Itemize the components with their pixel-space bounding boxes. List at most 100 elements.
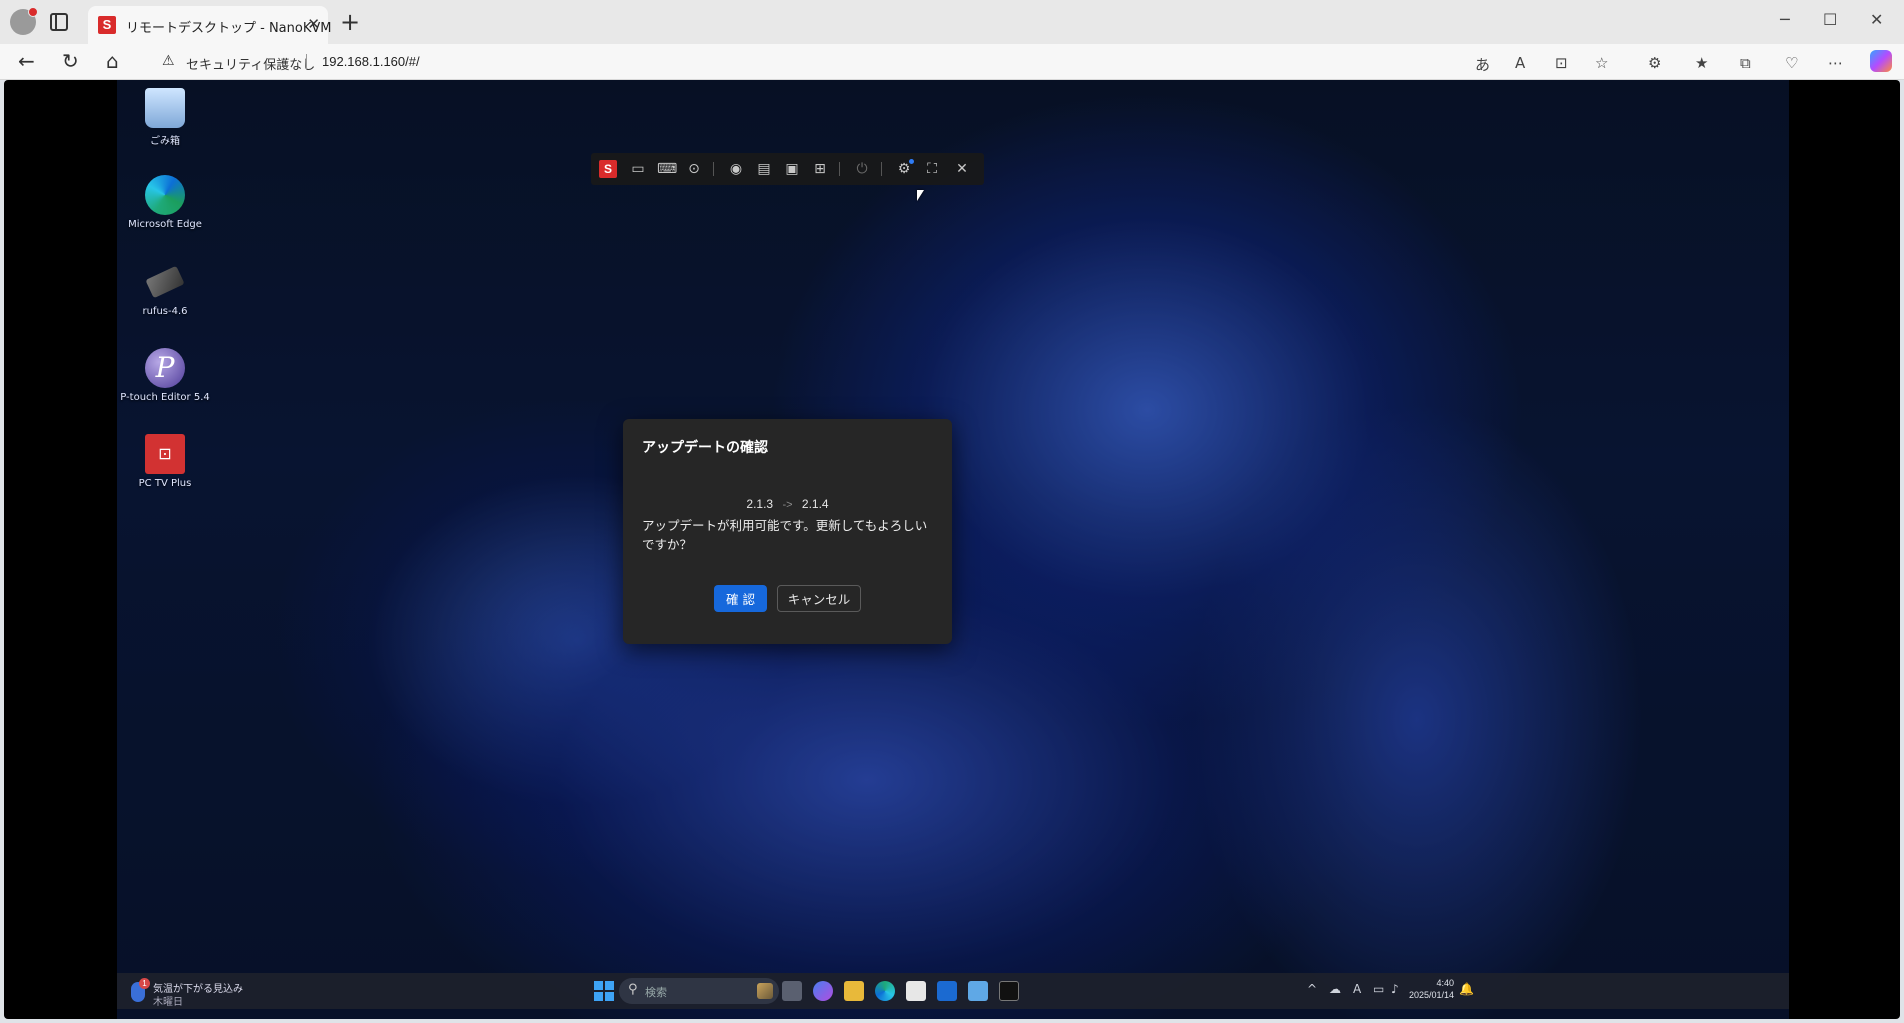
clock-date: 2025/01/14	[1408, 990, 1454, 1000]
desktop-icon-label: ごみ箱	[150, 136, 180, 147]
task-view-icon[interactable]	[782, 981, 802, 1001]
tray-overflow-icon[interactable]: ^	[1307, 982, 1317, 996]
windows-taskbar: 1 気温が下がる見込み 木曜日 ⚲ 検索 ^ ☁ A ▭ ♪ 4:40 2025…	[117, 973, 1789, 1009]
tab-actions-icon[interactable]	[50, 13, 68, 31]
desktop-icon-ptouch[interactable]: P P-touch Editor 5.4	[117, 348, 213, 403]
search-placeholder: 検索	[645, 986, 667, 999]
warning-icon[interactable]: ⚠	[162, 53, 175, 69]
script-icon[interactable]: ▤	[755, 160, 773, 178]
url-text[interactable]: 192.168.1.160/#/	[322, 54, 420, 69]
more-menu-icon[interactable]: ⋯	[1828, 54, 1843, 72]
terminal-icon[interactable]: ▣	[783, 160, 801, 178]
minimize-icon[interactable]: ─	[1780, 10, 1790, 29]
read-aloud-icon[interactable]: A	[1515, 54, 1525, 72]
desktop-icon-label: P-touch Editor 5.4	[120, 392, 210, 403]
current-version: 2.1.3	[746, 497, 774, 511]
close-icon[interactable]: ✕	[953, 160, 971, 178]
collections-icon[interactable]: ⧉	[1740, 54, 1751, 72]
profile-avatar[interactable]	[10, 7, 38, 35]
terminal-app-icon[interactable]	[999, 981, 1019, 1001]
copilot-icon[interactable]	[1870, 50, 1892, 72]
start-button[interactable]	[594, 981, 614, 1001]
omnibox-divider	[306, 54, 307, 70]
outlook-icon[interactable]	[937, 981, 957, 1001]
remote-viewport[interactable]: ごみ箱 Microsoft Edge rufus-4.6 P P-touch E…	[4, 80, 1900, 1019]
favorite-star-icon[interactable]: ☆	[1595, 54, 1608, 72]
security-label[interactable]: セキュリティ保護なし	[186, 54, 315, 73]
toolbar-divider	[881, 162, 882, 176]
notification-bell-icon[interactable]: 🔔	[1459, 982, 1474, 996]
refresh-icon[interactable]: ↻	[62, 49, 79, 73]
search-highlight-icon	[757, 983, 773, 999]
kvm-toolbar: S ▭ ⌨ ⊙ ◉ ▤ ▣ ⊞ ⏻ ⚙ ⛶ ✕	[591, 153, 984, 185]
copilot-app-icon[interactable]	[813, 981, 833, 1001]
tab-bar: S リモートデスクトップ - NanoKVM ✕ + ─ ☐ ✕	[0, 0, 1904, 44]
cancel-button[interactable]: キャンセル	[777, 585, 861, 612]
window-close-icon[interactable]: ✕	[1870, 10, 1883, 29]
new-tab-button[interactable]: +	[340, 8, 360, 36]
omnibox[interactable]: ⚠ セキュリティ保護なし 192.168.1.160/#/	[148, 47, 1453, 77]
network-tray-icon[interactable]: ▭	[1373, 982, 1384, 996]
mouse-cursor-icon	[917, 190, 924, 201]
back-icon[interactable]: ←	[18, 49, 35, 73]
ime-indicator[interactable]: A	[1353, 982, 1361, 996]
desktop-icon-rufus[interactable]: rufus-4.6	[117, 262, 213, 317]
remote-desktop[interactable]: ごみ箱 Microsoft Edge rufus-4.6 P P-touch E…	[117, 80, 1789, 1019]
desktop-icon-label: PC TV Plus	[138, 478, 192, 489]
version-arrow: ->	[782, 499, 793, 511]
keyboard-icon[interactable]: ⌨	[657, 160, 677, 178]
update-confirm-dialog: アップデートの確認 2.1.3 -> 2.1.4 アップデートが利用可能です。更…	[623, 419, 952, 644]
new-version: 2.1.4	[801, 497, 829, 511]
desktop-icon-label: Microsoft Edge	[128, 219, 202, 230]
settings-icon[interactable]: ⚙	[895, 159, 914, 178]
toolbar-divider	[839, 162, 840, 176]
weather-widget[interactable]: 1 気温が下がる見込み 木曜日	[131, 978, 251, 1008]
app-available-icon[interactable]: ⊡	[1555, 54, 1568, 72]
maximize-icon[interactable]: ☐	[1823, 10, 1837, 29]
address-bar: ← ↻ ⌂ ⚠ セキュリティ保護なし 192.168.1.160/#/ あ A …	[0, 44, 1904, 80]
dialog-title: アップデートの確認	[642, 440, 768, 456]
taskbar-clock[interactable]: 4:40 2025/01/14	[1408, 977, 1454, 1001]
disk-icon[interactable]: ◉	[727, 160, 745, 178]
store-icon[interactable]	[906, 981, 926, 1001]
nanokvm-logo-icon[interactable]: S	[599, 160, 617, 178]
clock-time: 4:40	[1436, 978, 1454, 988]
browser-tab[interactable]: S リモートデスクトップ - NanoKVM ✕	[88, 6, 332, 44]
power-icon[interactable]: ⏻	[853, 160, 871, 178]
usb-icon	[145, 265, 185, 299]
ptouch-icon: P	[145, 348, 185, 388]
onedrive-icon[interactable]: ☁	[1329, 982, 1341, 996]
home-icon[interactable]: ⌂	[106, 49, 119, 73]
tab-title: リモートデスクトップ - NanoKVM	[126, 21, 332, 36]
screen-icon[interactable]: ▭	[629, 160, 647, 178]
edge-icon	[145, 175, 185, 215]
favorites-icon[interactable]: ★	[1695, 54, 1708, 72]
desktop-icon-edge[interactable]: Microsoft Edge	[117, 175, 213, 230]
dialog-message: アップデートが利用可能です。更新してもよろしいですか？	[642, 518, 928, 552]
desktop-icon-recycle-bin[interactable]: ごみ箱	[117, 88, 213, 147]
desktop-icon-label: rufus-4.6	[142, 306, 188, 317]
taskbar-search[interactable]: ⚲ 検索	[619, 978, 779, 1004]
recycle-bin-icon	[145, 88, 185, 128]
update-dot	[909, 159, 914, 164]
rdp-icon[interactable]	[968, 981, 988, 1001]
version-line: 2.1.3 -> 2.1.4	[623, 497, 952, 511]
desktop-icon-pctv[interactable]: ⊡ PC TV Plus	[117, 434, 213, 489]
translate-icon[interactable]: あ	[1475, 54, 1490, 75]
toolbar-divider	[713, 162, 714, 176]
search-icon: ⚲	[628, 982, 638, 997]
mouse-icon[interactable]: ⊙	[685, 160, 703, 178]
weather-day: 木曜日	[153, 997, 183, 1008]
weather-badge: 1	[139, 978, 150, 989]
browser-essentials-icon[interactable]: ♡	[1785, 54, 1798, 72]
volume-icon[interactable]: ♪	[1391, 982, 1399, 996]
edge-taskbar-icon[interactable]	[875, 981, 895, 1001]
browser-chrome: S リモートデスクトップ - NanoKVM ✕ + ─ ☐ ✕ ← ↻ ⌂ ⚠…	[0, 0, 1904, 80]
file-explorer-icon[interactable]	[844, 981, 864, 1001]
tv-icon: ⊡	[145, 434, 185, 474]
tab-close-icon[interactable]: ✕	[307, 15, 320, 33]
fullscreen-icon[interactable]: ⛶	[923, 160, 941, 178]
network-icon[interactable]: ⊞	[811, 160, 829, 178]
confirm-button[interactable]: 確 認	[714, 585, 767, 612]
extensions-icon[interactable]: ⚙	[1648, 54, 1661, 72]
